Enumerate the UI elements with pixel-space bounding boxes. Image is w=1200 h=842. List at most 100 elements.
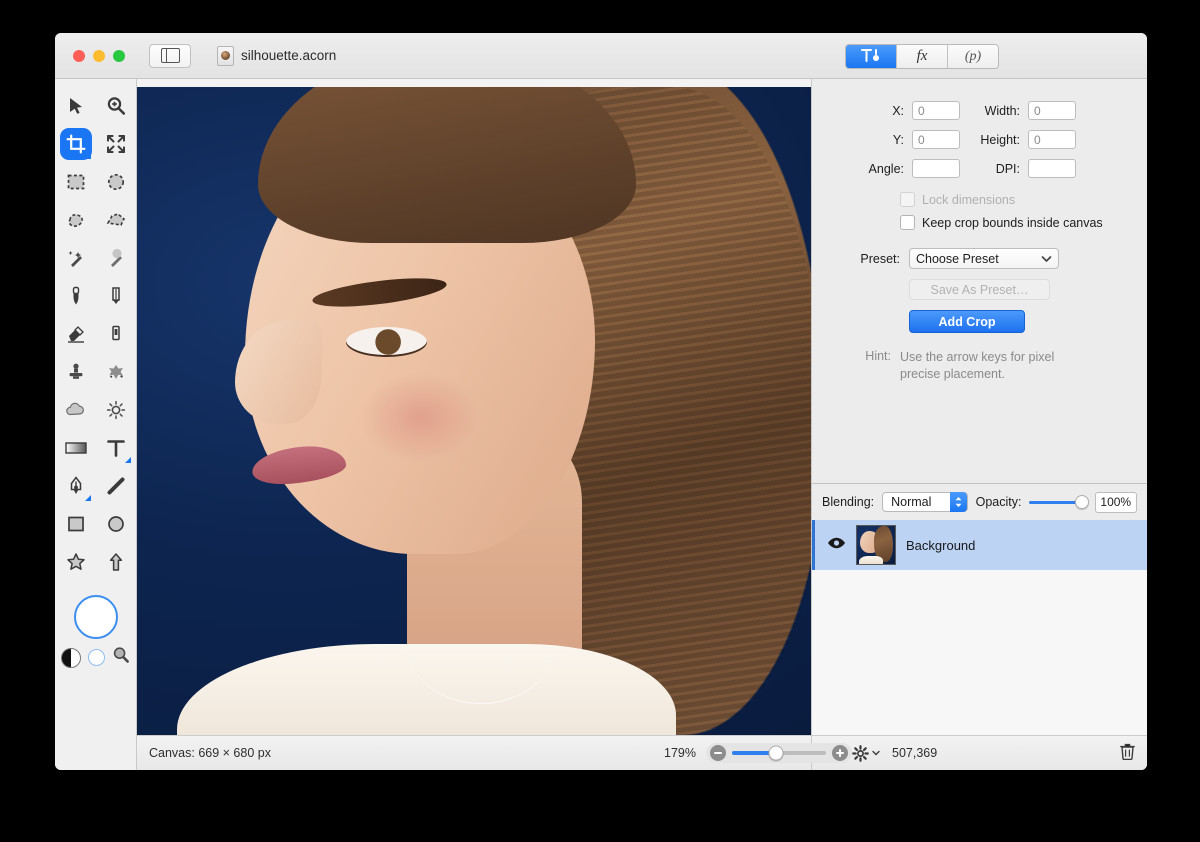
blur-tool[interactable] [57, 391, 95, 429]
window-body: Canvas: 669 × 680 px X: 0 Width: 0 Y: 0 … [55, 79, 1147, 770]
preset-select[interactable]: Choose Preset [909, 248, 1059, 269]
crop-angle-field[interactable] [912, 159, 960, 178]
minimize-button[interactable] [93, 49, 105, 62]
zoom-tool[interactable] [97, 87, 135, 125]
trash-icon[interactable] [1120, 743, 1135, 763]
zoom-slider-group[interactable] [706, 743, 852, 763]
bezier-pen-tool[interactable] [57, 467, 95, 505]
arrow-up-icon [106, 552, 126, 572]
paintbrush-tool[interactable] [57, 277, 95, 315]
portrait-eye [345, 326, 427, 357]
sun-icon [106, 400, 126, 420]
crop-x-label: X: [892, 103, 904, 118]
line-tool[interactable] [97, 467, 135, 505]
layer-row-background[interactable]: Background [812, 520, 1147, 570]
document-icon [217, 45, 234, 66]
canvas-area: Canvas: 669 × 680 px [137, 79, 811, 770]
marker-tool[interactable] [97, 315, 135, 353]
chevron-down-icon [872, 750, 880, 756]
blending-mode-value: Normal [891, 495, 932, 509]
lock-dimensions-checkbox [900, 192, 915, 207]
foreground-color-well[interactable] [73, 595, 118, 639]
stepper-icon[interactable] [949, 492, 967, 512]
zoom-slider-track[interactable] [732, 745, 826, 761]
palette-icon: (p) [964, 48, 982, 64]
add-crop-button[interactable]: Add Crop [909, 310, 1025, 333]
zoom-in-button[interactable] [832, 745, 848, 761]
tab-tools[interactable] [846, 45, 897, 68]
crop-y-field[interactable]: 0 [912, 130, 960, 149]
close-button[interactable] [73, 49, 85, 62]
lasso-tool[interactable] [57, 201, 95, 239]
polygon-select-tool[interactable] [97, 201, 135, 239]
color-picker-magnifier-icon[interactable] [112, 646, 130, 669]
rectangular-select-tool[interactable] [57, 163, 95, 201]
smudge-tool[interactable] [97, 353, 135, 391]
hint-row: Hint: Use the arrow keys for pixel preci… [812, 349, 1131, 383]
move-tool[interactable] [57, 87, 95, 125]
magic-wand-tool[interactable] [57, 239, 95, 277]
sidebar-icon [160, 47, 180, 64]
crop-width-field[interactable]: 0 [1028, 101, 1076, 120]
canvas-scroll[interactable] [137, 87, 811, 735]
dodge-tool[interactable] [97, 391, 135, 429]
opacity-slider-thumb[interactable] [1074, 495, 1089, 509]
arrow-shape-tool[interactable] [97, 543, 135, 581]
ellipse-shape-tool[interactable] [97, 505, 135, 543]
tool-options-corner [124, 457, 131, 463]
eye-icon[interactable] [827, 536, 846, 555]
hint-label: Hint: [865, 349, 891, 363]
pen-nib-icon [66, 476, 86, 496]
layers-list[interactable]: Background [812, 520, 1147, 735]
pencil-tool[interactable] [97, 277, 135, 315]
text-tool[interactable] [97, 429, 135, 467]
eraser-tool[interactable] [57, 315, 95, 353]
zoom-slider-thumb[interactable] [768, 745, 784, 761]
zoom-button[interactable] [113, 49, 125, 62]
crop-height-field[interactable]: 0 [1028, 130, 1076, 149]
swap-colors-icon[interactable] [61, 647, 81, 668]
tab-filters[interactable]: fx [897, 45, 948, 68]
blending-mode-select[interactable]: Normal [882, 492, 968, 512]
blending-label: Blending: [822, 495, 875, 509]
crop-icon [66, 134, 86, 154]
save-as-preset-button: Save As Preset… [909, 279, 1050, 300]
canvas-image[interactable] [137, 87, 811, 735]
add-crop-row: Add Crop [812, 310, 1131, 333]
hammer-pen-icon [860, 48, 882, 66]
layer-actions-button[interactable] [852, 744, 880, 762]
text-t-icon [106, 438, 126, 458]
keep-crop-bounds-row[interactable]: Keep crop bounds inside canvas [900, 215, 1131, 230]
clone-stamp-tool[interactable] [57, 353, 95, 391]
layer-name: Background [906, 537, 976, 553]
zoom-out-button[interactable] [710, 745, 726, 761]
tool-grid [57, 87, 135, 581]
acorn-app-window: silhouette.acorn fx (p) Canvas: 669 × 68… [55, 33, 1147, 770]
pencil-icon [106, 286, 126, 306]
keep-crop-bounds-checkbox[interactable] [900, 215, 915, 230]
crop-x-field[interactable]: 0 [912, 101, 960, 120]
rectangle-shape-tool[interactable] [57, 505, 95, 543]
tool-palette [55, 79, 137, 770]
opacity-label: Opacity: [975, 495, 1022, 509]
ellipse-icon [106, 514, 126, 534]
star-shape-tool[interactable] [57, 543, 95, 581]
sidebar-toggle-button[interactable] [149, 43, 191, 68]
document-title: silhouette.acorn [217, 45, 336, 66]
crop-tool[interactable] [57, 125, 95, 163]
arrows-expand-icon [106, 134, 126, 154]
background-color-icon[interactable] [88, 649, 105, 666]
tab-palettes[interactable]: (p) [948, 45, 998, 68]
color-well-area [61, 595, 130, 669]
chevron-down-icon [1041, 252, 1052, 266]
gradient-tool[interactable] [57, 429, 95, 467]
crop-dpi-field[interactable] [1028, 159, 1076, 178]
opacity-value-field[interactable]: 100% [1094, 491, 1138, 513]
preset-label: Preset: [860, 251, 900, 266]
elliptical-select-tool[interactable] [97, 163, 135, 201]
transform-tool[interactable] [97, 125, 135, 163]
instant-alpha-tool[interactable] [97, 239, 135, 277]
polygon-lasso-icon [106, 210, 126, 230]
splatter-icon [106, 362, 126, 382]
opacity-slider[interactable] [1029, 495, 1089, 509]
